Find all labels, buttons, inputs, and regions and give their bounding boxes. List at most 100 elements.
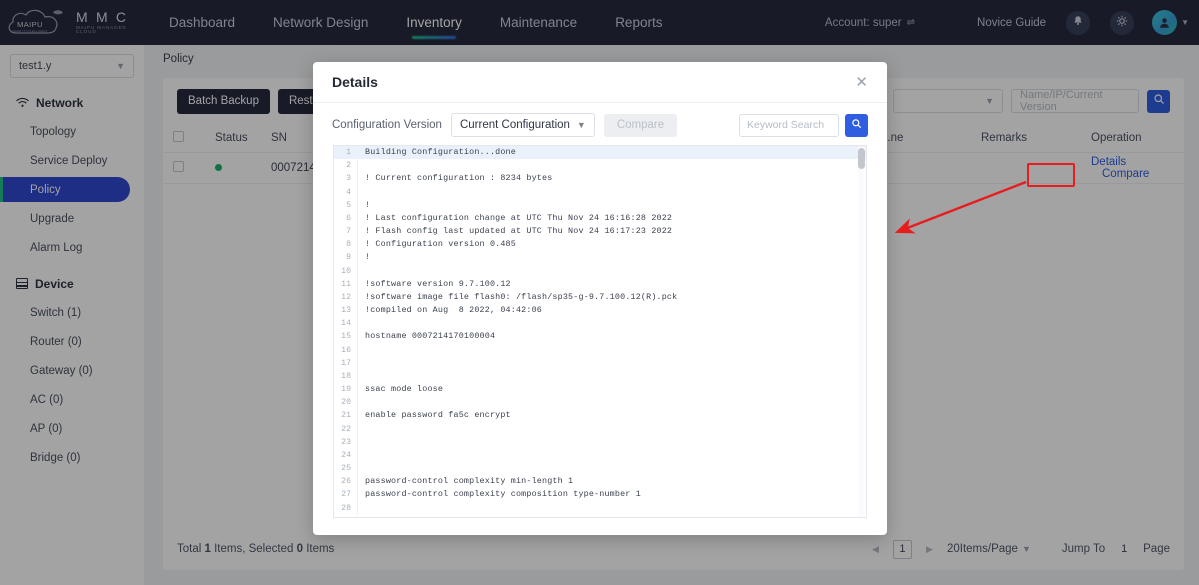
- code-line-number: 13: [334, 304, 358, 318]
- search-icon: [851, 116, 862, 134]
- code-line: 7 ! Flash config last updated at UTC Thu …: [334, 225, 866, 239]
- code-line-number: 1: [334, 146, 358, 160]
- code-line-content: [358, 186, 365, 199]
- code-line: 13 !compiled on Aug 8 2022, 04:42:06: [334, 304, 866, 318]
- code-line: 3 ! Current configuration : 8234 bytes: [334, 172, 866, 186]
- app-root: MAIPU MAKE IT INTELLIGENT M M C MAIPU MA…: [0, 0, 1199, 585]
- code-line-number: 6: [334, 211, 358, 226]
- code-line-number: 4: [334, 185, 358, 199]
- code-line-content: [358, 317, 365, 330]
- modal-header: Details ✕: [313, 62, 887, 103]
- code-line-content: !software version 9.7.100.12: [365, 278, 511, 289]
- code-line-content: ! Current configuration : 8234 bytes: [365, 173, 553, 184]
- code-line: 10: [334, 264, 866, 278]
- code-line-content: [358, 396, 365, 409]
- code-line-number: 11: [334, 277, 358, 291]
- code-line: 22: [334, 422, 866, 436]
- code-line-content: [358, 436, 365, 449]
- code-line: 1 Building Configuration...done: [334, 146, 866, 160]
- code-line: 26 password-control complexity min-length…: [334, 475, 866, 489]
- close-icon[interactable]: ✕: [855, 75, 868, 90]
- code-line-content: [358, 357, 365, 370]
- code-line: 12 !software image file flash0: /flash/sp…: [334, 290, 866, 305]
- code-line-number: 16: [334, 343, 358, 357]
- code-line-content: ! Configuration version 0.485: [365, 239, 516, 250]
- keyword-search-button[interactable]: [845, 113, 868, 137]
- code-line-number: 15: [334, 330, 358, 344]
- code-line-content: [358, 502, 365, 515]
- code-line-number: 8: [334, 238, 358, 252]
- code-line-content: hostname 0007214170100004: [365, 331, 496, 342]
- code-lines-container: 1 Building Configuration...done 2 3 ! Curren…: [334, 146, 866, 517]
- configuration-version-value: Current Configuration: [459, 119, 570, 131]
- code-line-content: [358, 462, 365, 475]
- code-line: 28: [334, 501, 866, 515]
- code-line-number: 19: [334, 383, 358, 397]
- modal-search-group: Keyword Search: [739, 113, 868, 137]
- code-line-number: 18: [334, 369, 358, 384]
- code-line: 25: [334, 462, 866, 476]
- code-scrollbar-thumb[interactable]: [858, 148, 865, 169]
- code-line-number: 17: [334, 356, 358, 370]
- code-line-content: [358, 449, 365, 462]
- code-line-number: 2: [334, 159, 358, 173]
- code-line-number: 3: [334, 172, 358, 186]
- code-line-content: [358, 159, 365, 172]
- code-line-content: [358, 344, 365, 357]
- code-line-number: 27: [334, 488, 358, 502]
- code-line-number: 24: [334, 448, 358, 463]
- configuration-code-viewer[interactable]: 1 Building Configuration...done 2 3 ! Curren…: [333, 145, 867, 518]
- code-line-number: 5: [334, 198, 358, 212]
- code-line: 27 password-control complexity compositio…: [334, 488, 866, 502]
- code-scrollbar-track[interactable]: [858, 147, 865, 517]
- code-line: 20: [334, 396, 866, 410]
- code-line-content: !: [365, 252, 371, 263]
- code-line-number: 26: [334, 475, 358, 489]
- code-line-number: 9: [334, 251, 358, 265]
- configuration-version-label: Configuration Version: [332, 119, 442, 131]
- code-line-content: [358, 423, 365, 436]
- code-line: 18: [334, 369, 866, 384]
- code-line: 19 ssac mode loose: [334, 383, 866, 397]
- code-line-content: Building Configuration...done: [365, 147, 516, 157]
- code-line: 17: [334, 356, 866, 370]
- code-line: 8 ! Configuration version 0.485: [334, 238, 866, 252]
- code-line-number: 23: [334, 435, 358, 449]
- code-line-number: 10: [334, 264, 358, 278]
- code-line: 2: [334, 159, 866, 173]
- code-line-content: !compiled on Aug 8 2022, 04:42:06: [365, 305, 542, 316]
- code-line: 9!: [334, 251, 866, 265]
- code-line-number: 28: [334, 501, 358, 515]
- code-line: 23: [334, 435, 866, 449]
- modal-title: Details: [332, 74, 378, 90]
- configuration-version-select[interactable]: Current Configuration ▼: [450, 113, 595, 137]
- code-line-content: ! Last configuration change at UTC Thu N…: [365, 212, 673, 223]
- code-line: 4: [334, 185, 866, 199]
- code-line-number: 21: [334, 409, 358, 423]
- code-line: 21 enable password fa5c encrypt: [334, 409, 866, 423]
- code-line-content: !: [365, 199, 371, 210]
- code-line-number: 14: [334, 317, 358, 331]
- code-line-number: 22: [334, 422, 358, 436]
- modal-toolbar: Configuration Version Current Configurat…: [313, 103, 887, 137]
- code-line-content: !software image file flash0: /flash/sp35…: [365, 291, 678, 302]
- code-line-content: [358, 265, 365, 278]
- code-line-content: ssac mode loose: [365, 384, 444, 395]
- code-line: 24: [334, 448, 866, 463]
- code-line-content: password-control complexity min-length 1: [365, 476, 574, 487]
- code-line-content: ! Flash config last updated at UTC Thu N…: [365, 226, 673, 237]
- code-line: 15 hostname 0007214170100004: [334, 330, 866, 344]
- code-line: 5!: [334, 198, 866, 212]
- code-line-content: enable password fa5c encrypt: [365, 410, 511, 421]
- code-line: 14: [334, 317, 866, 331]
- code-line-number: 20: [334, 396, 358, 410]
- code-line: 16: [334, 343, 866, 357]
- code-line-number: 7: [334, 225, 358, 239]
- chevron-down-icon: ▼: [576, 120, 586, 130]
- code-line-content: password-control complexity composition …: [365, 489, 641, 500]
- code-line: 6 ! Last configuration change at UTC Thu …: [334, 211, 866, 226]
- compare-button: Compare: [603, 113, 678, 137]
- keyword-search-input[interactable]: Keyword Search: [739, 113, 839, 137]
- code-line: 11 !software version 9.7.100.12: [334, 277, 866, 291]
- code-line-content: [358, 370, 365, 383]
